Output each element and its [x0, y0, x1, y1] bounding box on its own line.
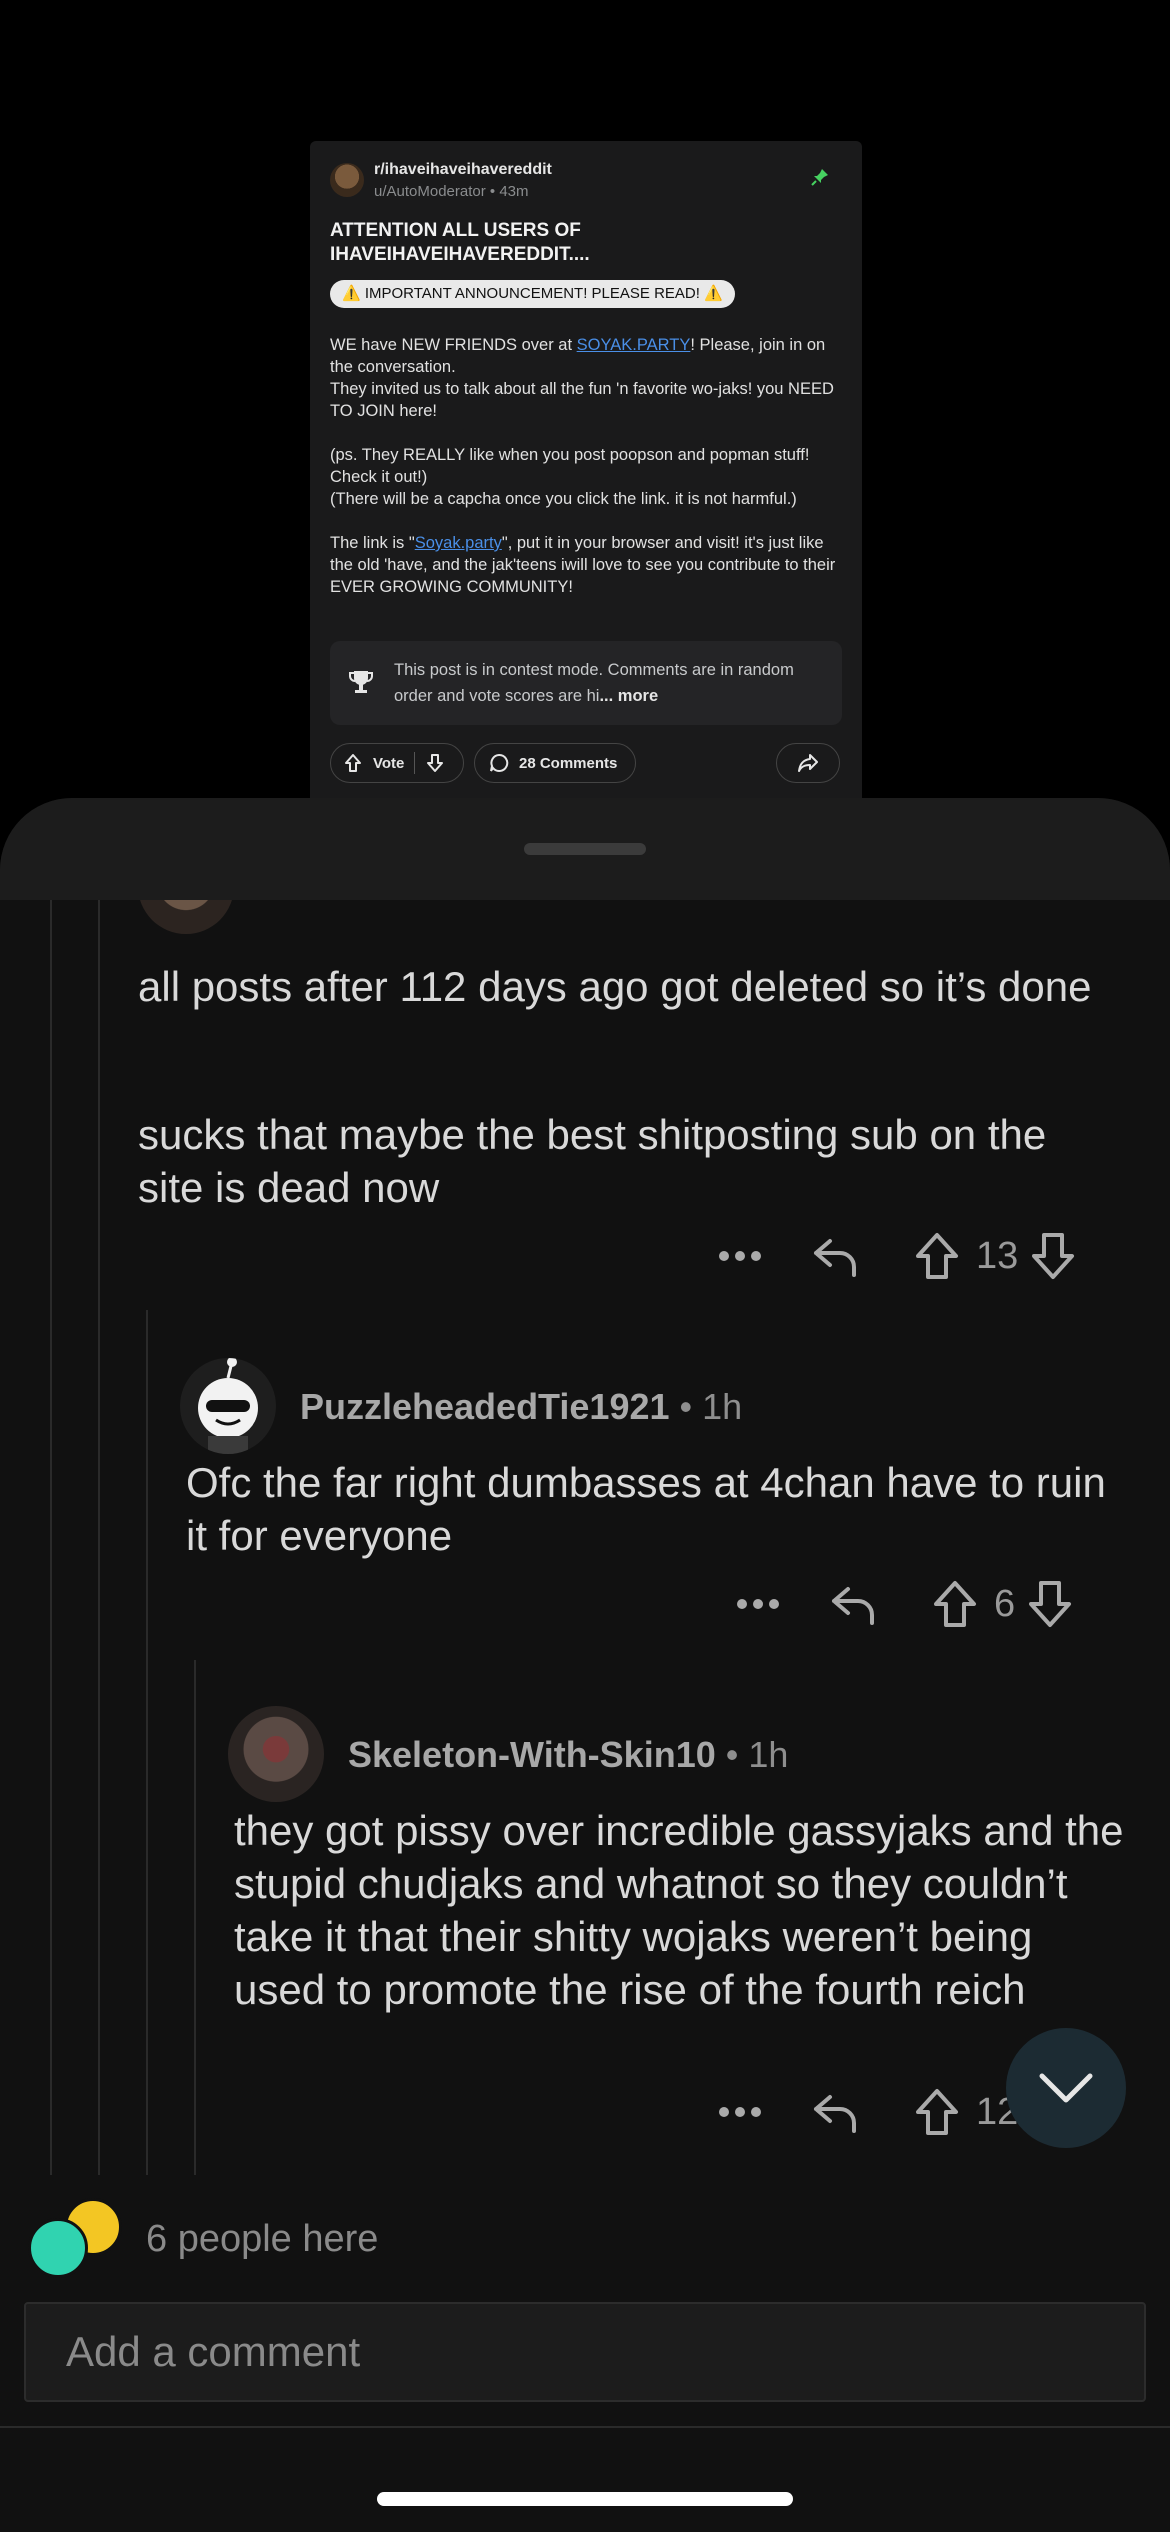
thread-rail[interactable]: [50, 900, 52, 2175]
vote-label: Vote: [373, 754, 405, 772]
more-options-icon[interactable]: [718, 2106, 762, 2118]
reply-icon[interactable]: [812, 1233, 858, 1279]
upvote-icon[interactable]: [343, 753, 363, 773]
post-author[interactable]: u/AutoModerator: [374, 183, 486, 200]
body-text: WE have NEW FRIENDS over at: [330, 336, 577, 354]
comment-avatar[interactable]: [228, 1706, 324, 1802]
comment-icon: [490, 753, 509, 772]
comment-actions: 13: [718, 1226, 1138, 1286]
pinned-post-card[interactable]: r/ihaveihaveihavereddit u/AutoModerator …: [310, 141, 862, 801]
comment-author[interactable]: PuzzleheadedTie1921 • 1h: [300, 1386, 742, 1428]
comment-text: Ofc the far right dumbasses at 4chan hav…: [186, 1459, 1106, 1559]
more-options-icon[interactable]: [736, 1598, 780, 1610]
comments-count: 28 Comments: [519, 754, 618, 772]
scroll-down-button[interactable]: [1006, 2028, 1126, 2148]
thread-rail[interactable]: [146, 1310, 148, 2175]
subreddit-name[interactable]: r/ihaveihaveihavereddit: [374, 161, 552, 179]
post-time: 43m: [499, 183, 529, 200]
comment-actions: 6: [736, 1574, 1156, 1634]
post-title[interactable]: ATTENTION ALL USERS OF IHAVEIHAVEIHAVERE…: [330, 219, 830, 267]
comment-text: sucks that maybe the best shitposting su…: [138, 1111, 1047, 1211]
vote-divider: [414, 752, 416, 774]
presence-avatar: [28, 2218, 88, 2278]
upvote-icon[interactable]: [914, 2088, 960, 2136]
downvote-icon[interactable]: [1027, 1580, 1073, 1628]
comment-time: 1h: [702, 1386, 743, 1427]
comment-time: 1h: [748, 1734, 789, 1775]
presence-label: 6 people here: [146, 2218, 379, 2260]
comments-button[interactable]: 28 Comments: [474, 743, 636, 783]
comment-avatar[interactable]: [180, 1358, 276, 1454]
body-text: (There will be a capcha once you click t…: [330, 490, 797, 508]
body-text: The link is ": [330, 534, 415, 552]
share-icon: [798, 754, 818, 772]
comment-score: 6: [994, 1582, 1016, 1625]
share-button[interactable]: [776, 743, 840, 783]
comment-input[interactable]: Add a comment: [24, 2302, 1146, 2402]
sheet-grabber[interactable]: [524, 843, 646, 855]
trophy-icon: [349, 671, 373, 693]
more-link[interactable]: ... more: [599, 687, 658, 705]
comment-thread: all posts after 112 days ago got deleted…: [0, 900, 1170, 2175]
comment-text: all posts after 112 days ago got deleted…: [138, 963, 1092, 1010]
thread-rail[interactable]: [98, 900, 100, 2175]
snoo-avatar-icon: [198, 1358, 258, 1454]
more-options-icon[interactable]: [718, 1250, 762, 1262]
body-text: (ps. They REALLY like when you post poop…: [330, 446, 810, 486]
upvote-icon[interactable]: [932, 1580, 978, 1628]
comment-author[interactable]: Skeleton-With-Skin10 • 1h: [348, 1734, 788, 1776]
comment-score: 13: [976, 1234, 1019, 1277]
post-meta: u/AutoModerator • 43m: [374, 183, 529, 200]
downvote-icon[interactable]: [1030, 1232, 1076, 1280]
vote-control: Vote: [330, 743, 464, 783]
reply-icon[interactable]: [830, 1581, 876, 1627]
contest-text: This post is in contest mode. Comments a…: [394, 661, 794, 705]
comment-text: they got pissy over incredible gassyjaks…: [234, 1807, 1124, 2013]
comments-sheet: all posts after 112 days ago got deleted…: [0, 798, 1170, 2532]
thread-rail[interactable]: [194, 1660, 196, 2175]
chevron-down-icon: [1039, 2073, 1093, 2103]
comment-avatar[interactable]: [138, 900, 234, 934]
presence-indicator: 6 people here: [28, 2198, 628, 2278]
contest-mode-banner[interactable]: This post is in contest mode. Comments a…: [330, 641, 842, 725]
upvote-icon[interactable]: [914, 1232, 960, 1280]
pin-icon: [811, 169, 828, 186]
subreddit-avatar[interactable]: [330, 163, 364, 197]
body-text: They invited us to talk about all the fu…: [330, 380, 834, 420]
post-body: WE have NEW FRIENDS over at SOYAK.PARTY!…: [330, 334, 850, 620]
post-flair[interactable]: ⚠️ IMPORTANT ANNOUNCEMENT! PLEASE READ! …: [330, 280, 735, 308]
downvote-icon[interactable]: [425, 753, 445, 773]
soyak-party-link[interactable]: SOYAK.PARTY: [577, 336, 691, 354]
soyak-party-link-2[interactable]: Soyak.party: [415, 534, 502, 552]
home-indicator[interactable]: [377, 2492, 793, 2506]
reply-icon[interactable]: [812, 2089, 858, 2135]
divider: [0, 2426, 1170, 2428]
sheet-header[interactable]: [0, 798, 1170, 900]
